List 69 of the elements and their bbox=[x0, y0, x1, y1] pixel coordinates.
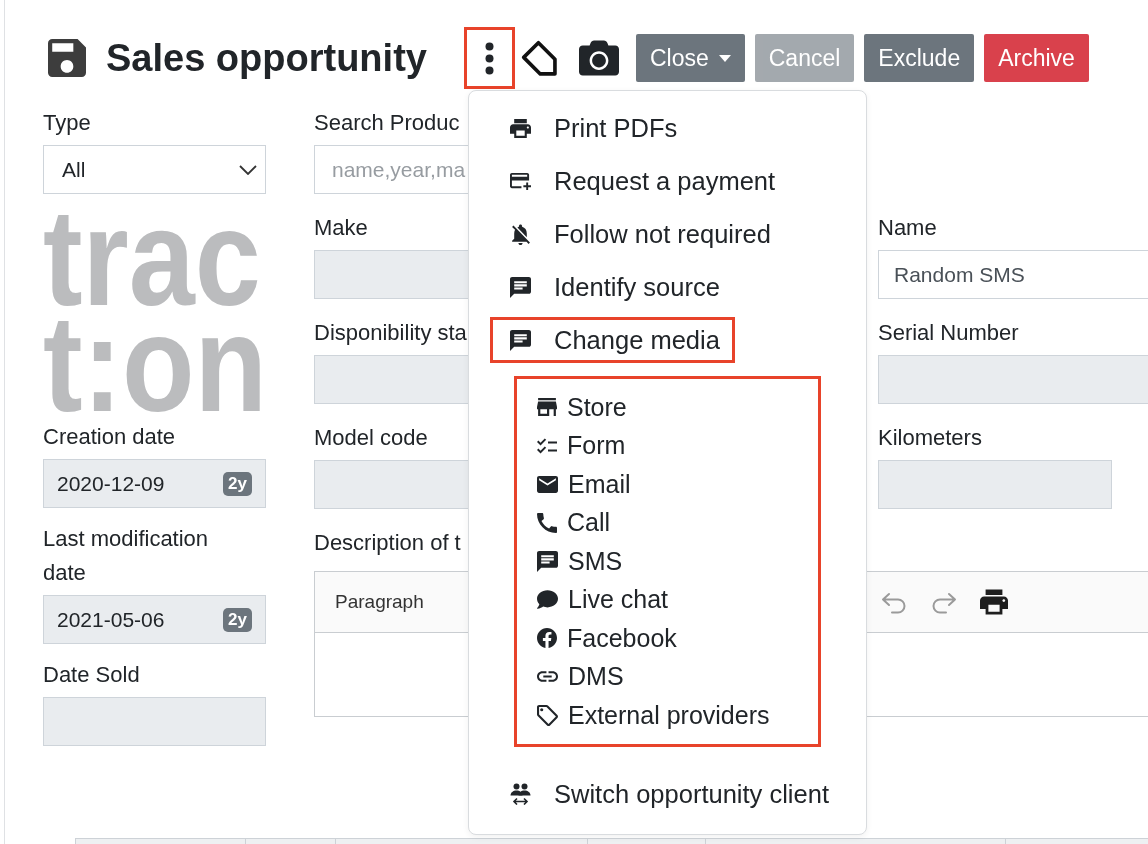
submenu-item[interactable]: Email bbox=[517, 465, 631, 504]
chat-icon bbox=[537, 550, 558, 572]
input-field[interactable] bbox=[314, 460, 470, 509]
tag-icon[interactable] bbox=[519, 38, 559, 78]
input-field[interactable] bbox=[878, 460, 1112, 509]
chevron-down-icon bbox=[239, 164, 257, 175]
age-badge: 2y bbox=[223, 471, 252, 496]
camera-icon[interactable] bbox=[578, 38, 619, 78]
submenu-item[interactable]: DMS bbox=[517, 657, 624, 696]
menu-item[interactable]: Print PDFs bbox=[490, 105, 693, 151]
printer-icon bbox=[510, 117, 531, 139]
input-field[interactable] bbox=[43, 697, 266, 746]
users-swap-icon bbox=[510, 783, 531, 805]
field-label: Search Produc bbox=[314, 109, 461, 137]
submenu-item[interactable]: Facebook bbox=[517, 619, 677, 658]
chat-icon bbox=[510, 276, 531, 298]
tag-icon bbox=[537, 704, 558, 726]
input-field[interactable] bbox=[314, 355, 470, 404]
more-button[interactable] bbox=[463, 27, 515, 89]
input-field[interactable] bbox=[878, 355, 1148, 404]
field-label: Description of t bbox=[314, 529, 462, 557]
chat-icon bbox=[510, 329, 531, 351]
envelope-icon bbox=[537, 473, 558, 495]
speech-bubble-icon bbox=[537, 589, 558, 611]
field-label: Model code bbox=[314, 424, 429, 452]
field-label: Kilometers bbox=[878, 424, 983, 452]
block-style-dropdown[interactable]: Paragraph bbox=[315, 572, 515, 632]
store-icon bbox=[537, 397, 557, 418]
vertical-dots-icon bbox=[484, 41, 494, 75]
field-value: 2020-12-09 bbox=[57, 471, 165, 496]
submenu-item[interactable]: SMS bbox=[517, 542, 623, 581]
menu-item[interactable]: Follow not required bbox=[490, 211, 786, 257]
phone-icon bbox=[537, 512, 557, 533]
action-button[interactable]: Exclude bbox=[864, 34, 975, 82]
field-label: Name bbox=[878, 214, 938, 242]
action-button[interactable]: Archive bbox=[984, 34, 1089, 82]
save-icon[interactable] bbox=[48, 39, 86, 77]
field-label: Disponibility sta bbox=[314, 319, 468, 347]
field-label: Last modification date bbox=[43, 525, 210, 587]
field-label: Serial Number bbox=[878, 319, 1020, 347]
input-field[interactable] bbox=[314, 250, 470, 299]
date-field[interactable]: 2020-12-09 2y bbox=[43, 459, 266, 508]
age-badge: 2y bbox=[223, 607, 252, 632]
card-plus-icon bbox=[510, 170, 531, 192]
submenu-item[interactable]: Form bbox=[517, 426, 626, 465]
menu-item[interactable]: Switch opportunity client bbox=[490, 771, 844, 817]
submenu-item[interactable]: External providers bbox=[517, 696, 770, 735]
field-value: 2021-05-06 bbox=[57, 607, 165, 632]
dropdown-button[interactable]: Close bbox=[635, 34, 745, 82]
caret-icon bbox=[718, 54, 731, 62]
date-field[interactable]: 2021-05-06 2y bbox=[43, 595, 266, 644]
menu-item[interactable]: Identify source bbox=[490, 264, 735, 310]
type-select[interactable]: All bbox=[43, 145, 266, 194]
field-label: Creation date bbox=[43, 423, 177, 451]
search-field[interactable]: name,year,ma bbox=[314, 145, 470, 194]
field-label: Make bbox=[314, 214, 369, 242]
field-label: Type bbox=[43, 109, 92, 137]
field-label: Date Sold bbox=[43, 661, 141, 689]
logo: trac t:on bbox=[43, 204, 268, 416]
page-title: Sales opportunity bbox=[106, 36, 427, 80]
submenu-item[interactable]: Call bbox=[517, 503, 611, 542]
menu-item[interactable]: Change media bbox=[490, 317, 735, 363]
input-field[interactable]: Random SMS bbox=[878, 250, 1148, 299]
facebook-icon bbox=[537, 628, 557, 649]
print-icon[interactable] bbox=[980, 588, 1008, 616]
menu-item[interactable]: Request a payment bbox=[490, 158, 791, 204]
submenu-item[interactable]: Store bbox=[517, 388, 627, 427]
bell-off-icon bbox=[510, 223, 531, 245]
submenu-item[interactable]: Live chat bbox=[517, 580, 669, 619]
